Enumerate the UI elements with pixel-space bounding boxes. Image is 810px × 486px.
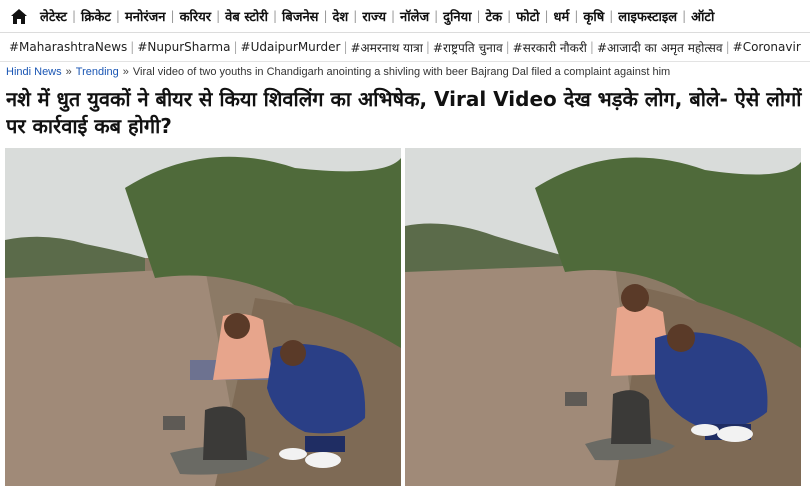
nav-item-knowledge[interactable]: नॉलेज bbox=[396, 7, 433, 25]
tag-link[interactable]: #राष्ट्रपति चुनाव bbox=[430, 39, 506, 56]
article-photo-left[interactable] bbox=[5, 148, 401, 486]
nav-item-tech[interactable]: टेक bbox=[482, 7, 507, 25]
nav-item-agriculture[interactable]: कृषि bbox=[579, 7, 608, 25]
article-image-pair bbox=[5, 148, 801, 486]
nav-item-auto[interactable]: ऑटो bbox=[687, 7, 718, 25]
trending-tags-bar: #MaharashtraNews | #NupurSharma | #Udaipur… bbox=[0, 33, 810, 62]
breadcrumb: Hindi News » Trending » Viral video of t… bbox=[0, 62, 810, 82]
tag-link[interactable]: #NupurSharma bbox=[134, 40, 233, 54]
tag-link[interactable]: #सरकारी नौकरी bbox=[510, 39, 590, 56]
tag-link[interactable]: #अमरनाथ यात्रा bbox=[348, 39, 426, 56]
top-nav: लेटेस्ट | क्रिकेट | मनोरंजन | करियर | वेब स्… bbox=[0, 0, 810, 33]
breadcrumb-home-link[interactable]: Hindi News bbox=[6, 66, 62, 78]
nav-item-web-story[interactable]: वेब स्टोरी bbox=[221, 7, 272, 25]
nav-item-state[interactable]: राज्य bbox=[358, 7, 390, 25]
nav-item-lifestyle[interactable]: लाइफस्टाइल bbox=[614, 7, 681, 25]
breadcrumb-current: Viral video of two youths in Chandigarh … bbox=[132, 66, 671, 78]
breadcrumb-separator: » bbox=[122, 66, 129, 78]
nav-item-career[interactable]: करियर bbox=[176, 7, 216, 25]
nav-item-latest[interactable]: लेटेस्ट bbox=[36, 7, 71, 25]
nav-item-business[interactable]: बिजनेस bbox=[278, 7, 322, 25]
nav-item-country[interactable]: देश bbox=[329, 7, 353, 25]
tag-link[interactable]: #UdaipurMurder bbox=[238, 40, 344, 54]
home-icon[interactable] bbox=[8, 5, 30, 27]
nav-item-world[interactable]: दुनिया bbox=[439, 7, 475, 25]
article-headline: नशे में धुत युवकों ने बीयर से किया शिवलि… bbox=[6, 87, 802, 138]
nav-item-cricket[interactable]: क्रिकेट bbox=[77, 7, 115, 25]
tag-link[interactable]: #MaharashtraNews bbox=[6, 40, 130, 54]
breadcrumb-separator: » bbox=[65, 66, 72, 78]
nav-item-photo[interactable]: फोटो bbox=[512, 7, 543, 25]
nav-item-religion[interactable]: धर्म bbox=[550, 7, 574, 25]
breadcrumb-section-link[interactable]: Trending bbox=[76, 66, 119, 78]
article-photo-right[interactable] bbox=[405, 148, 801, 486]
tag-link[interactable]: #आजादी का अमृत महोत्सव bbox=[594, 39, 726, 56]
nav-item-entertainment[interactable]: मनोरंजन bbox=[121, 7, 170, 25]
tag-link[interactable]: #Coronavir bbox=[730, 40, 804, 54]
